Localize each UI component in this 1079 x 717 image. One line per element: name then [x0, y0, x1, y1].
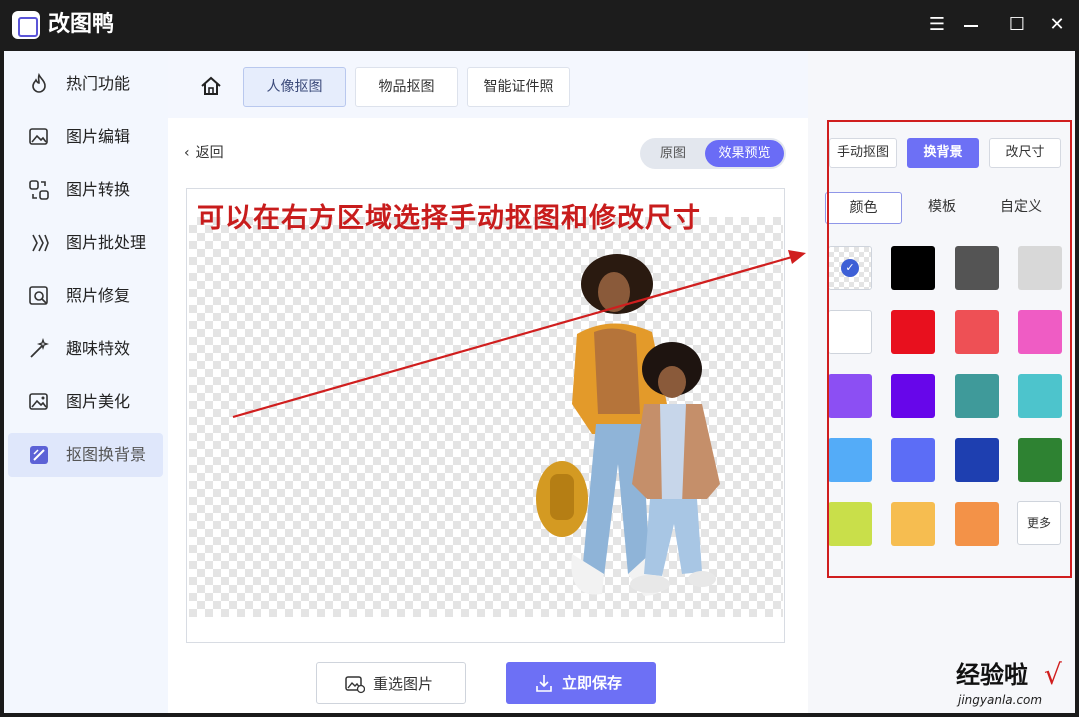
subtab-template[interactable]: 模板: [911, 192, 973, 224]
color-swatch-green[interactable]: [1018, 438, 1062, 482]
more-colors-button[interactable]: 更多: [1017, 501, 1061, 545]
color-swatch-light-gray[interactable]: [1018, 246, 1062, 290]
top-nav: 人像抠图 物品抠图 智能证件照: [168, 51, 808, 118]
color-swatch-coral[interactable]: [955, 310, 999, 354]
color-swatch-navy[interactable]: [955, 438, 999, 482]
download-icon: [536, 675, 552, 692]
toggle-original[interactable]: 原图: [646, 140, 700, 167]
manual-cutout-button[interactable]: 手动抠图: [829, 138, 897, 168]
color-swatch-pink[interactable]: [1018, 310, 1062, 354]
color-swatch-aqua[interactable]: [1018, 374, 1062, 418]
watermark-text: 经验啦: [956, 661, 1028, 689]
annotation-text: 可以在右方区域选择手动抠图和修改尺寸: [197, 203, 701, 234]
sidebar: 热门功能 图片编辑 图片转换 图片批处理 照片修复 趣味特效 图片美化 抠图换背…: [4, 51, 168, 713]
watermark-url: jingyanla.com: [958, 693, 1043, 707]
sidebar-item-label: 趣味特效: [66, 339, 131, 358]
save-label: 立即保存: [562, 674, 623, 692]
back-link[interactable]: ‹ 返回: [184, 143, 224, 163]
color-swatch-periwinkle[interactable]: [891, 438, 935, 482]
color-swatch-teal[interactable]: [955, 374, 999, 418]
sidebar-item-effects[interactable]: 趣味特效: [8, 327, 163, 371]
subtab-custom[interactable]: 自定义: [988, 192, 1054, 224]
close-icon[interactable]: ✕: [1045, 13, 1069, 37]
sidebar-item-edit[interactable]: 图片编辑: [8, 115, 163, 159]
sidebar-item-convert[interactable]: 图片转换: [8, 168, 163, 212]
image-edit-icon: [29, 128, 48, 145]
color-swatch-black[interactable]: [891, 246, 935, 290]
color-swatch-red[interactable]: [891, 310, 935, 354]
reselect-image-button[interactable]: 重选图片: [316, 662, 466, 704]
color-swatch-purple[interactable]: [891, 374, 935, 418]
convert-icon: [29, 180, 49, 200]
home-icon[interactable]: [200, 75, 222, 97]
sidebar-item-hot[interactable]: 热门功能: [8, 62, 163, 106]
color-swatch-white[interactable]: [828, 310, 872, 354]
sidebar-item-label: 热门功能: [66, 74, 131, 93]
watermark-check-icon: √: [1044, 658, 1062, 691]
tab-portrait-cutout[interactable]: 人像抠图: [243, 67, 346, 107]
color-swatch-lime[interactable]: [828, 502, 872, 546]
minimize-icon[interactable]: [962, 24, 980, 28]
resize-button[interactable]: 改尺寸: [989, 138, 1061, 168]
sidebar-item-repair[interactable]: 照片修复: [8, 274, 163, 318]
flame-icon: [32, 73, 46, 93]
cutout-subject-image: [536, 254, 720, 596]
watermark: 经验啦 √ jingyanla.com: [952, 660, 1072, 712]
window-frame-bottom: [0, 713, 1079, 717]
subtab-color[interactable]: 颜色: [825, 192, 902, 224]
color-swatch-dark-gray[interactable]: [955, 246, 999, 290]
color-swatch-amber[interactable]: [891, 502, 935, 546]
sidebar-item-cutout[interactable]: 抠图换背景: [8, 433, 163, 477]
back-label: 返回: [195, 145, 224, 161]
magic-wand-icon: [30, 338, 50, 358]
toggle-preview[interactable]: 效果预览: [705, 140, 784, 167]
batch-icon: [32, 234, 49, 252]
color-swatch-transparent[interactable]: ✓: [828, 246, 872, 290]
save-button[interactable]: 立即保存: [506, 662, 656, 704]
sidebar-item-label: 照片修复: [66, 286, 131, 305]
sidebar-item-label: 图片编辑: [66, 127, 131, 146]
color-swatch-sky-blue[interactable]: [828, 438, 872, 482]
title-bar: 改图鸭 ☰ ☐ ✕: [0, 0, 1079, 51]
maximize-icon[interactable]: ☐: [1005, 13, 1029, 37]
reselect-label: 重选图片: [373, 675, 434, 693]
main-area: 人像抠图 物品抠图 智能证件照 ‹ 返回 原图 效果预览 可以在右方区域选择手动抠…: [168, 51, 808, 713]
sidebar-item-batch[interactable]: 图片批处理: [8, 221, 163, 265]
cutout-icon: [30, 446, 48, 464]
sidebar-item-label: 图片转换: [66, 180, 131, 199]
tab-id-photo[interactable]: 智能证件照: [467, 67, 570, 107]
color-swatch-orange[interactable]: [955, 502, 999, 546]
check-icon: ✓: [841, 259, 859, 277]
change-background-button[interactable]: 换背景: [907, 138, 979, 168]
sidebar-item-label: 图片批处理: [66, 233, 147, 252]
menu-icon[interactable]: ☰: [925, 13, 949, 37]
photo-repair-icon: [29, 286, 48, 305]
chevron-left-icon: ‹: [184, 145, 190, 161]
image-canvas: 可以在右方区域选择手动抠图和修改尺寸: [186, 188, 785, 643]
sidebar-item-beautify[interactable]: 图片美化: [8, 380, 163, 424]
window-frame-left: [0, 51, 4, 717]
view-toggle: 原图 效果预览: [640, 138, 786, 169]
beautify-icon: [29, 393, 48, 410]
sidebar-item-label: 图片美化: [66, 392, 131, 411]
app-title: 改图鸭: [48, 12, 115, 37]
tab-object-cutout[interactable]: 物品抠图: [355, 67, 458, 107]
image-replace-icon: [345, 676, 365, 694]
color-swatch-violet[interactable]: [828, 374, 872, 418]
right-panel: 手动抠图 换背景 改尺寸 颜色 模板 自定义 ✓ 更多: [808, 51, 1075, 713]
window-frame-right: [1075, 51, 1079, 717]
app-logo-icon: [12, 11, 40, 39]
sidebar-item-label: 抠图换背景: [66, 445, 147, 464]
